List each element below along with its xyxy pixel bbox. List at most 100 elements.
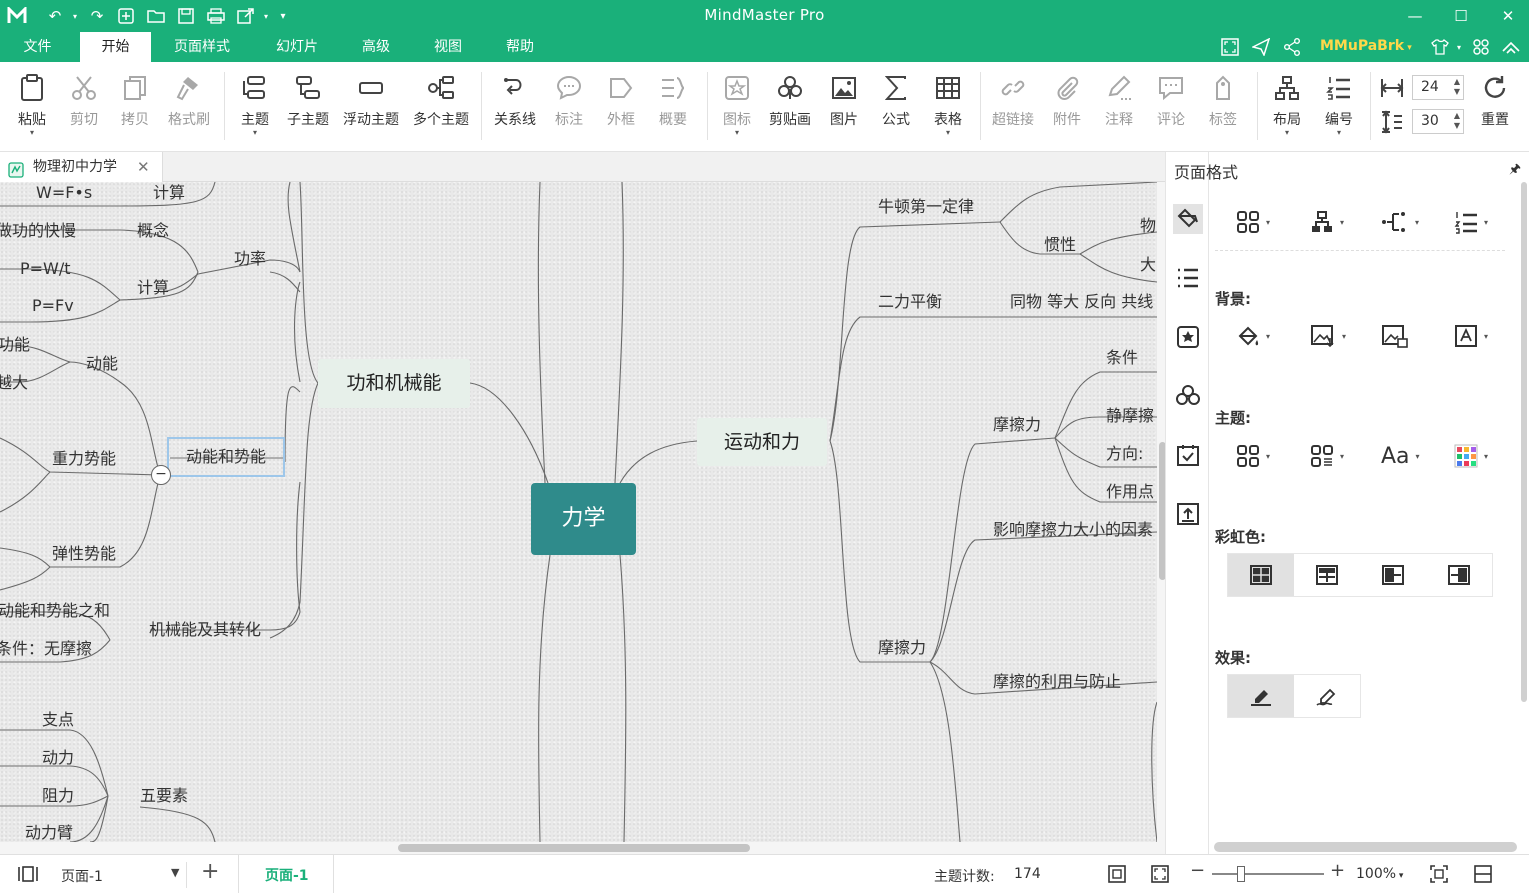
node-text[interactable]: 动力臂 — [25, 823, 73, 842]
paste-button[interactable]: 粘贴 ▾ — [3, 72, 61, 144]
formula-button[interactable]: 公式 — [867, 72, 925, 144]
share-icon[interactable] — [1282, 37, 1302, 57]
menu-advanced[interactable]: 高级 — [350, 32, 402, 62]
summary-button[interactable]: 概要 — [644, 72, 702, 144]
page-tab[interactable]: 页面-1 — [238, 855, 334, 893]
comment-button[interactable]: 评论 — [1142, 72, 1200, 144]
floating-topic-button[interactable]: 浮动主题 — [342, 72, 400, 144]
boundary-button[interactable]: 外框 — [592, 72, 650, 144]
remove-background-button[interactable] — [1381, 321, 1429, 351]
node-text[interactable]: 做功的快慢 — [0, 221, 76, 241]
central-topic-node[interactable]: 力学 — [531, 483, 636, 555]
font-picker[interactable]: Aa ▾ — [1381, 441, 1429, 471]
effect-option-1[interactable] — [1228, 675, 1294, 717]
theme-color-picker[interactable]: ▾ — [1310, 441, 1358, 471]
close-button[interactable]: ✕ — [1488, 3, 1528, 29]
node-text[interactable]: 同物 等大 反向 共线 — [1010, 292, 1153, 312]
numbering-dropdown-icon[interactable]: ▾ — [1310, 129, 1368, 137]
cut-button[interactable]: 剪切 — [55, 72, 113, 144]
panel-scrollbar[interactable] — [1521, 182, 1527, 702]
zoom-slider[interactable] — [1212, 873, 1324, 875]
table-dropdown-icon[interactable]: ▾ — [919, 129, 977, 137]
mark-dropdown-icon[interactable]: ▾ — [708, 129, 766, 137]
send-icon[interactable] — [1251, 37, 1271, 57]
node-text[interactable]: 机械能及其转化 — [149, 620, 261, 640]
node-text[interactable]: 影响摩擦力大小的因素 — [993, 520, 1153, 540]
node-text[interactable]: 物 — [1140, 216, 1156, 236]
layout-dropdown-icon[interactable]: ▾ — [1258, 129, 1316, 137]
rainbow-option-1[interactable] — [1228, 554, 1294, 596]
mark-icon[interactable] — [1173, 322, 1203, 352]
node-text[interactable]: P=Fv — [32, 296, 74, 316]
topic-button[interactable]: 主题 ▾ — [226, 72, 284, 144]
page-panel-toggle-icon[interactable] — [17, 865, 39, 887]
theme-picker[interactable]: ▾ — [1236, 441, 1284, 471]
numbering-style-picker[interactable]: ▾ — [1454, 207, 1502, 237]
picture-button[interactable]: 图片 — [815, 72, 873, 144]
scrollbar-thumb[interactable] — [398, 844, 750, 852]
effect-option-2[interactable] — [1294, 675, 1360, 717]
skin-icon[interactable] — [1430, 37, 1450, 57]
menu-slideshow[interactable]: 幻灯片 — [262, 32, 332, 62]
node-text[interactable]: 越大 — [0, 373, 28, 393]
node-text[interactable]: P=W/t — [20, 259, 71, 279]
skin-dropdown-icon[interactable]: ▾ — [1449, 37, 1469, 57]
task-icon[interactable] — [1173, 440, 1203, 470]
node-text[interactable]: 计算 — [153, 183, 185, 203]
node-text[interactable]: 作用点 — [1106, 482, 1154, 502]
page-format-icon[interactable] — [1173, 204, 1203, 234]
add-page-icon[interactable]: + — [201, 859, 219, 884]
node-text[interactable]: 大 — [1140, 255, 1156, 275]
note-button[interactable]: 注释 — [1090, 72, 1148, 144]
selected-topic-node[interactable]: 动能和势能 — [167, 437, 285, 477]
panel-horizontal-scrollbar[interactable] — [1214, 842, 1517, 852]
node-text[interactable]: 摩擦力 — [993, 415, 1041, 435]
fullscreen-icon[interactable] — [1220, 37, 1240, 57]
menu-page-style[interactable]: 页面样式 — [160, 32, 244, 62]
node-text[interactable]: 方向: — [1106, 444, 1143, 464]
node-text[interactable]: 计算 — [137, 278, 169, 298]
document-tab[interactable]: 物理初中力学 ✕ — [0, 152, 163, 182]
canvas-horizontal-scrollbar[interactable] — [0, 842, 1165, 854]
node-text[interactable]: 惯性 — [1044, 235, 1076, 255]
node-text[interactable]: 功能 — [0, 335, 30, 355]
node-text[interactable]: 二力平衡 — [878, 292, 942, 312]
fit-window-icon[interactable] — [1429, 864, 1449, 888]
collapse-branch-icon[interactable]: − — [151, 465, 171, 485]
format-painter-button[interactable]: 格式刷 — [160, 72, 218, 144]
node-text[interactable]: 概念 — [137, 221, 169, 241]
background-image-picker[interactable]: ▾ — [1310, 321, 1358, 351]
zoom-in-icon[interactable]: + — [1330, 860, 1345, 881]
node-text[interactable]: 支点 — [42, 710, 74, 730]
callout-button[interactable]: 标注 — [540, 72, 598, 144]
multiple-topics-button[interactable]: 多个主题 — [412, 72, 470, 144]
watermark-picker[interactable]: ▾ — [1454, 321, 1502, 351]
layout-style-picker[interactable]: ▾ — [1236, 207, 1284, 237]
rainbow-option-2[interactable] — [1294, 554, 1360, 596]
pin-icon[interactable]: 🖈 — [1509, 160, 1521, 182]
vertical-spacing-input[interactable]: 30 ▲ ▼ — [1412, 109, 1464, 134]
relationship-button[interactable]: 关系线 — [486, 72, 544, 144]
node-text[interactable]: 条件 — [1106, 348, 1138, 368]
mindmap-canvas[interactable]: W=F•s 计算 做功的快慢 概念 功率 P=W/t 计算 P=Fv 功能 动能… — [0, 182, 1157, 842]
outline-icon[interactable] — [1173, 263, 1203, 293]
export-icon[interactable] — [1173, 499, 1203, 529]
panel-toggle-icon[interactable] — [1473, 864, 1493, 888]
main-topic-node[interactable]: 运动和力 — [697, 418, 827, 466]
tag-button[interactable]: 标签 — [1194, 72, 1252, 144]
attachment-button[interactable]: 附件 — [1038, 72, 1096, 144]
node-text[interactable]: 动能 — [86, 354, 118, 374]
node-text[interactable]: W=F•s — [36, 183, 92, 203]
node-text[interactable]: 功率 — [234, 249, 266, 269]
structure-picker[interactable]: ▾ — [1310, 207, 1358, 237]
background-fill-picker[interactable]: ▾ — [1236, 321, 1284, 351]
node-text[interactable]: 动力 — [42, 748, 74, 768]
page-select[interactable]: 页面-1 ▼ — [53, 862, 187, 888]
fullscreen-icon[interactable] — [1150, 864, 1170, 888]
hyperlink-button[interactable]: 超链接 — [984, 72, 1042, 144]
rainbow-option-3[interactable] — [1360, 554, 1426, 596]
mark-button[interactable]: 图标 ▾ — [708, 72, 766, 144]
menu-file[interactable]: 文件 — [10, 32, 65, 62]
zoom-level[interactable]: 100% ▾ — [1356, 866, 1403, 882]
reset-button[interactable]: 重置 — [1466, 72, 1524, 144]
